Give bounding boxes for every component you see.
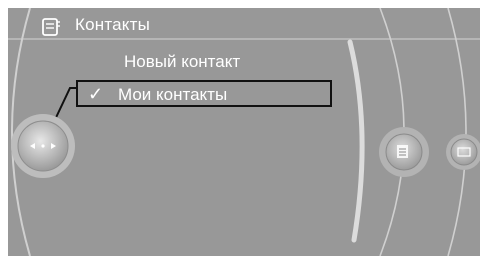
screen-graphics [8,8,480,256]
menu-item-new-contact[interactable]: Новый контакт [124,52,240,72]
right-arc-2 [447,8,467,256]
idrive-screen: Контакты Новый контакт ✓ Мои контакты [8,8,480,256]
checkmark-icon: ✓ [88,84,104,104]
menu-item-label: Мои контакты [118,85,228,104]
menu-item-my-contacts[interactable]: ✓ Мои контакты [76,80,332,107]
card-icon [450,138,478,166]
contacts-book-icon [42,18,60,36]
scrollbar-track [347,39,365,243]
page-title: Контакты [75,15,151,34]
